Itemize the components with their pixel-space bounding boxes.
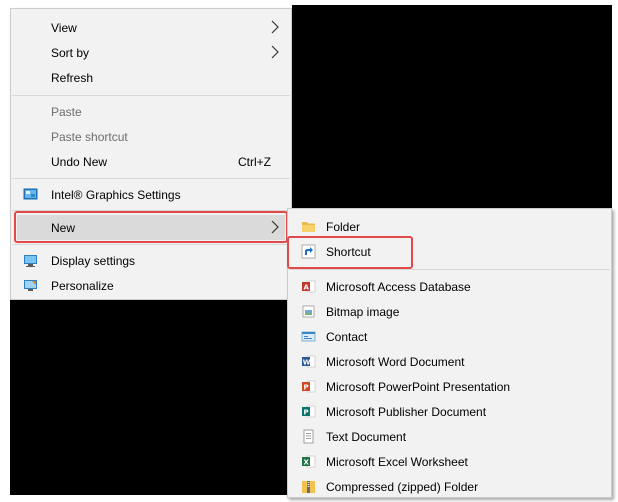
submenu-item-powerpoint-presentation[interactable]: P Microsoft PowerPoint Presentation [288,374,611,399]
submenu-item-compressed-folder[interactable]: Compressed (zipped) Folder [288,474,611,499]
keyboard-shortcut: Ctrl+Z [238,154,271,169]
svg-text:A: A [304,284,310,292]
menu-item-label: Paste [51,104,82,119]
submenu-item-folder[interactable]: Folder [288,214,611,239]
personalize-icon [24,280,37,291]
submenu-item-label: Microsoft Word Document [326,354,465,369]
menu-separator [12,210,290,211]
submenu-item-word-document[interactable]: W Microsoft Word Document [288,349,611,374]
menu-item-label: Refresh [51,70,94,85]
access-icon: A [302,280,316,293]
menu-separator [12,244,290,245]
excel-icon: X [302,455,316,468]
svg-text:W: W [303,359,311,367]
intel-graphics-icon [23,188,38,200]
submenu-item-shortcut[interactable]: Shortcut [292,239,401,264]
submenu-item-label: Microsoft Access Database [326,279,471,294]
powerpoint-icon: P [302,380,316,393]
menu-separator [12,95,290,96]
menu-item-sort-by[interactable]: Sort by [11,40,291,65]
menu-item-label: Intel® Graphics Settings [51,187,181,202]
submenu-item-label: Microsoft PowerPoint Presentation [326,379,511,394]
svg-text:X: X [304,459,310,467]
submenu-item-text-document[interactable]: Text Document [288,424,611,449]
display-icon [24,255,37,267]
desktop-background-region [10,298,292,495]
menu-item-label: Display settings [51,253,136,268]
submenu-item-label: Bitmap image [326,304,400,319]
svg-text:P: P [304,384,309,392]
chevron-right-icon [271,220,279,234]
submenu-item-label: Microsoft Excel Worksheet [326,454,468,469]
chevron-right-icon [271,20,279,34]
new-submenu: Folder Shortcut A Microsoft Access Datab… [287,208,612,498]
menu-item-personalize[interactable]: Personalize [11,273,291,298]
bitmap-icon [302,305,315,318]
menu-item-view[interactable]: View [11,15,291,40]
menu-item-refresh[interactable]: Refresh [11,65,291,90]
menu-separator [289,269,610,270]
menu-item-display-settings[interactable]: Display settings [11,248,291,273]
word-icon: W [302,355,316,368]
menu-item-paste: Paste [11,99,291,124]
desktop-background-region [292,5,612,210]
menu-item-undo-new[interactable]: Undo New Ctrl+Z [11,149,291,174]
menu-item-new[interactable]: New [17,215,285,240]
menu-item-label: Personalize [51,278,114,293]
submenu-item-label: Contact [326,329,368,344]
menu-separator [12,178,290,179]
chevron-right-icon [271,45,279,59]
submenu-item-label: Text Document [326,429,407,444]
menu-item-intel-graphics-settings[interactable]: Intel® Graphics Settings [11,182,291,207]
submenu-item-label: Folder [326,219,361,234]
shortcut-icon [301,244,316,259]
menu-item-label: Undo New [51,154,108,169]
submenu-item-contact[interactable]: Contact [288,324,611,349]
publisher-icon: P [302,405,316,418]
submenu-item-publisher-document[interactable]: P Microsoft Publisher Document [288,399,611,424]
menu-item-paste-shortcut: Paste shortcut [11,124,291,149]
submenu-item-label: Compressed (zipped) Folder [326,479,479,494]
submenu-item-bitmap-image[interactable]: Bitmap image [288,299,611,324]
menu-item-label: Paste shortcut [51,129,128,144]
zip-folder-icon [302,481,315,493]
menu-item-label: View [51,20,77,35]
menu-item-label: Sort by [51,45,90,60]
menu-item-label: New [51,220,76,235]
submenu-item-excel-worksheet[interactable]: X Microsoft Excel Worksheet [288,449,611,474]
contact-icon [301,331,316,342]
desktop-context-menu: View Sort by Refresh Paste Paste shortcu… [10,8,292,300]
submenu-item-label: Microsoft Publisher Document [326,404,487,419]
svg-text:P: P [304,409,309,417]
text-document-icon [303,429,314,444]
submenu-item-access-database[interactable]: A Microsoft Access Database [288,274,611,299]
folder-icon [302,222,315,232]
submenu-item-label: Shortcut [326,244,371,259]
